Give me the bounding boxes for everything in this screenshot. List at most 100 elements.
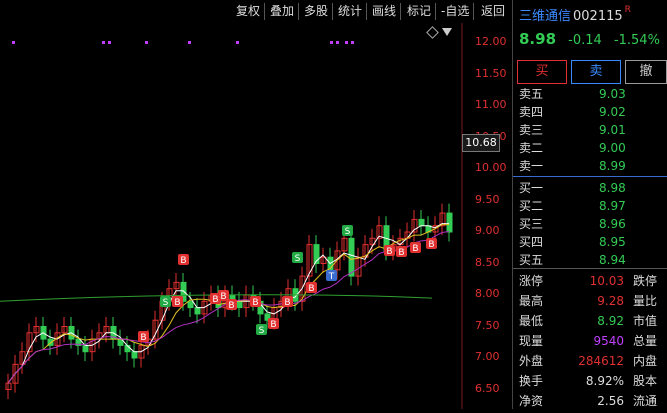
toolbar-add-watchlist[interactable]: -自选 [437,3,475,20]
buy-marker[interactable]: B [396,246,407,258]
marker-label: B [284,298,290,308]
bid-price: 8.98 [599,181,626,195]
marker-label: B [412,244,418,254]
marker-label: B [220,292,226,302]
marker-label: B [174,298,180,308]
bid-label: 买四 [519,235,544,249]
buy-marker[interactable]: B [306,282,317,294]
stat-label: 涨停 [519,274,544,288]
ask-row[interactable]: 卖三 9.01 [519,122,666,138]
marker-label: T [328,272,335,282]
toolbar-overlay[interactable]: 叠加 [266,3,300,20]
stat-label: 净资 [519,394,544,408]
candle-body [418,218,425,227]
bid-price: 8.97 [599,199,626,213]
bid-label: 买五 [519,253,544,267]
bid-row[interactable]: 买四 8.95 [519,234,666,250]
toolbar-restore-rights[interactable]: 复权 [232,3,266,20]
price-change: -0.14 [568,33,602,48]
ask-price: 9.03 [599,87,626,101]
toolbar-mark[interactable]: 标记 [403,3,437,20]
signal-dot [351,41,354,44]
t-marker[interactable]: T [326,270,337,282]
ask-price: 9.02 [599,105,626,119]
buy-marker[interactable]: B [410,242,421,254]
sell-marker[interactable]: S [160,296,171,308]
buy-marker[interactable]: B [178,254,189,266]
signal-dot [145,41,148,44]
y-tick-label: 12.00 [475,35,507,48]
buy-marker[interactable]: B [250,296,261,308]
kline-chart[interactable]: BBBSBBBBBBSSBTSBBBB 12.0011.5011.0010.50… [0,23,512,409]
y-tick-label: 11.50 [475,66,507,80]
stat-label-2: 量比 [633,294,658,308]
bid-row[interactable]: 买二 8.97 [519,198,666,214]
cancel-order-button[interactable]: 撤 [625,60,667,84]
ask-price: 9.00 [599,141,626,155]
marker-label: B [270,320,276,330]
bid-label: 买二 [519,199,544,213]
candle-body [446,212,453,233]
toolbar-multi-stock[interactable]: 多股 [300,3,334,20]
ask-label: 卖二 [519,141,544,155]
kline-svg[interactable]: BBBS B BB BBBSSBTSB B B B [0,23,512,409]
ask-row[interactable]: 卖五 9.03 [519,86,666,102]
marker-label: B [180,256,186,266]
bid-price: 8.96 [599,217,626,231]
y-tick-label: 8.50 [475,255,500,269]
candle-body [82,344,89,353]
price-change-pct: -1.54% [613,33,660,48]
toolbar-draw-line[interactable]: 画线 [368,3,402,20]
signal-dot [12,41,15,44]
buy-marker[interactable]: B [282,296,293,308]
stock-name: 三维通信 [519,9,572,24]
sell-button[interactable]: 卖 [571,60,621,84]
stat-value: 9.28 [597,294,624,308]
sell-marker[interactable]: S [292,252,303,264]
signal-dot [188,41,191,44]
y-tick-label: 9.50 [475,192,500,206]
stat-value: 284612 [578,354,624,368]
bid-label: 买三 [519,217,544,231]
y-tick-label: 7.00 [475,350,500,363]
sell-marker[interactable]: S [256,324,267,336]
buy-marker[interactable]: B [226,299,237,311]
toolbar-back[interactable]: 返回 [477,3,509,20]
y-tick-label: 6.50 [475,381,500,395]
ask-price: 8.99 [599,159,626,173]
buy-marker[interactable]: B [268,318,279,330]
stat-label-2: 市值 [633,314,658,328]
signal-dot [108,41,111,44]
ask-row[interactable]: 卖二 9.00 [519,140,666,156]
marker-label: S [345,227,351,237]
signal-dot [345,41,348,44]
stat-label: 换手 [519,374,544,388]
stat-label: 最高 [519,294,544,308]
dropdown-triangle-icon[interactable] [442,28,452,36]
stat-value: 2.56 [597,394,624,408]
buy-marker[interactable]: B [172,296,183,308]
ask-row[interactable]: 卖四 9.02 [519,104,666,120]
bid-price: 8.94 [599,253,626,267]
bid-row[interactable]: 买五 8.94 [519,252,666,268]
bid-price: 8.95 [599,235,626,249]
bid-row[interactable]: 买三 8.96 [519,216,666,232]
buy-button[interactable]: 买 [517,60,567,84]
stat-label-2: 股本 [633,374,658,388]
y-tick-label: 8.00 [475,287,500,300]
buy-marker[interactable]: B [138,331,149,343]
y-tick-label: 7.50 [475,318,500,332]
marker-label: B [398,248,404,258]
current-price-tag: 10.68 [462,134,500,152]
stat-label-2: 总量 [633,334,658,348]
buy-marker[interactable]: B [384,245,395,257]
signal-dot [330,41,333,44]
bid-row[interactable]: 买一 8.98 [519,180,666,196]
trade-buttons: 买 卖 撤 [517,60,667,84]
stock-flag: R [624,5,631,15]
sell-marker[interactable]: S [342,225,353,237]
ask-row[interactable]: 卖一 8.99 [519,158,666,174]
buy-marker[interactable]: B [426,238,437,250]
stock-code: 002115 [573,9,623,24]
toolbar-statistics[interactable]: 统计 [334,3,368,20]
